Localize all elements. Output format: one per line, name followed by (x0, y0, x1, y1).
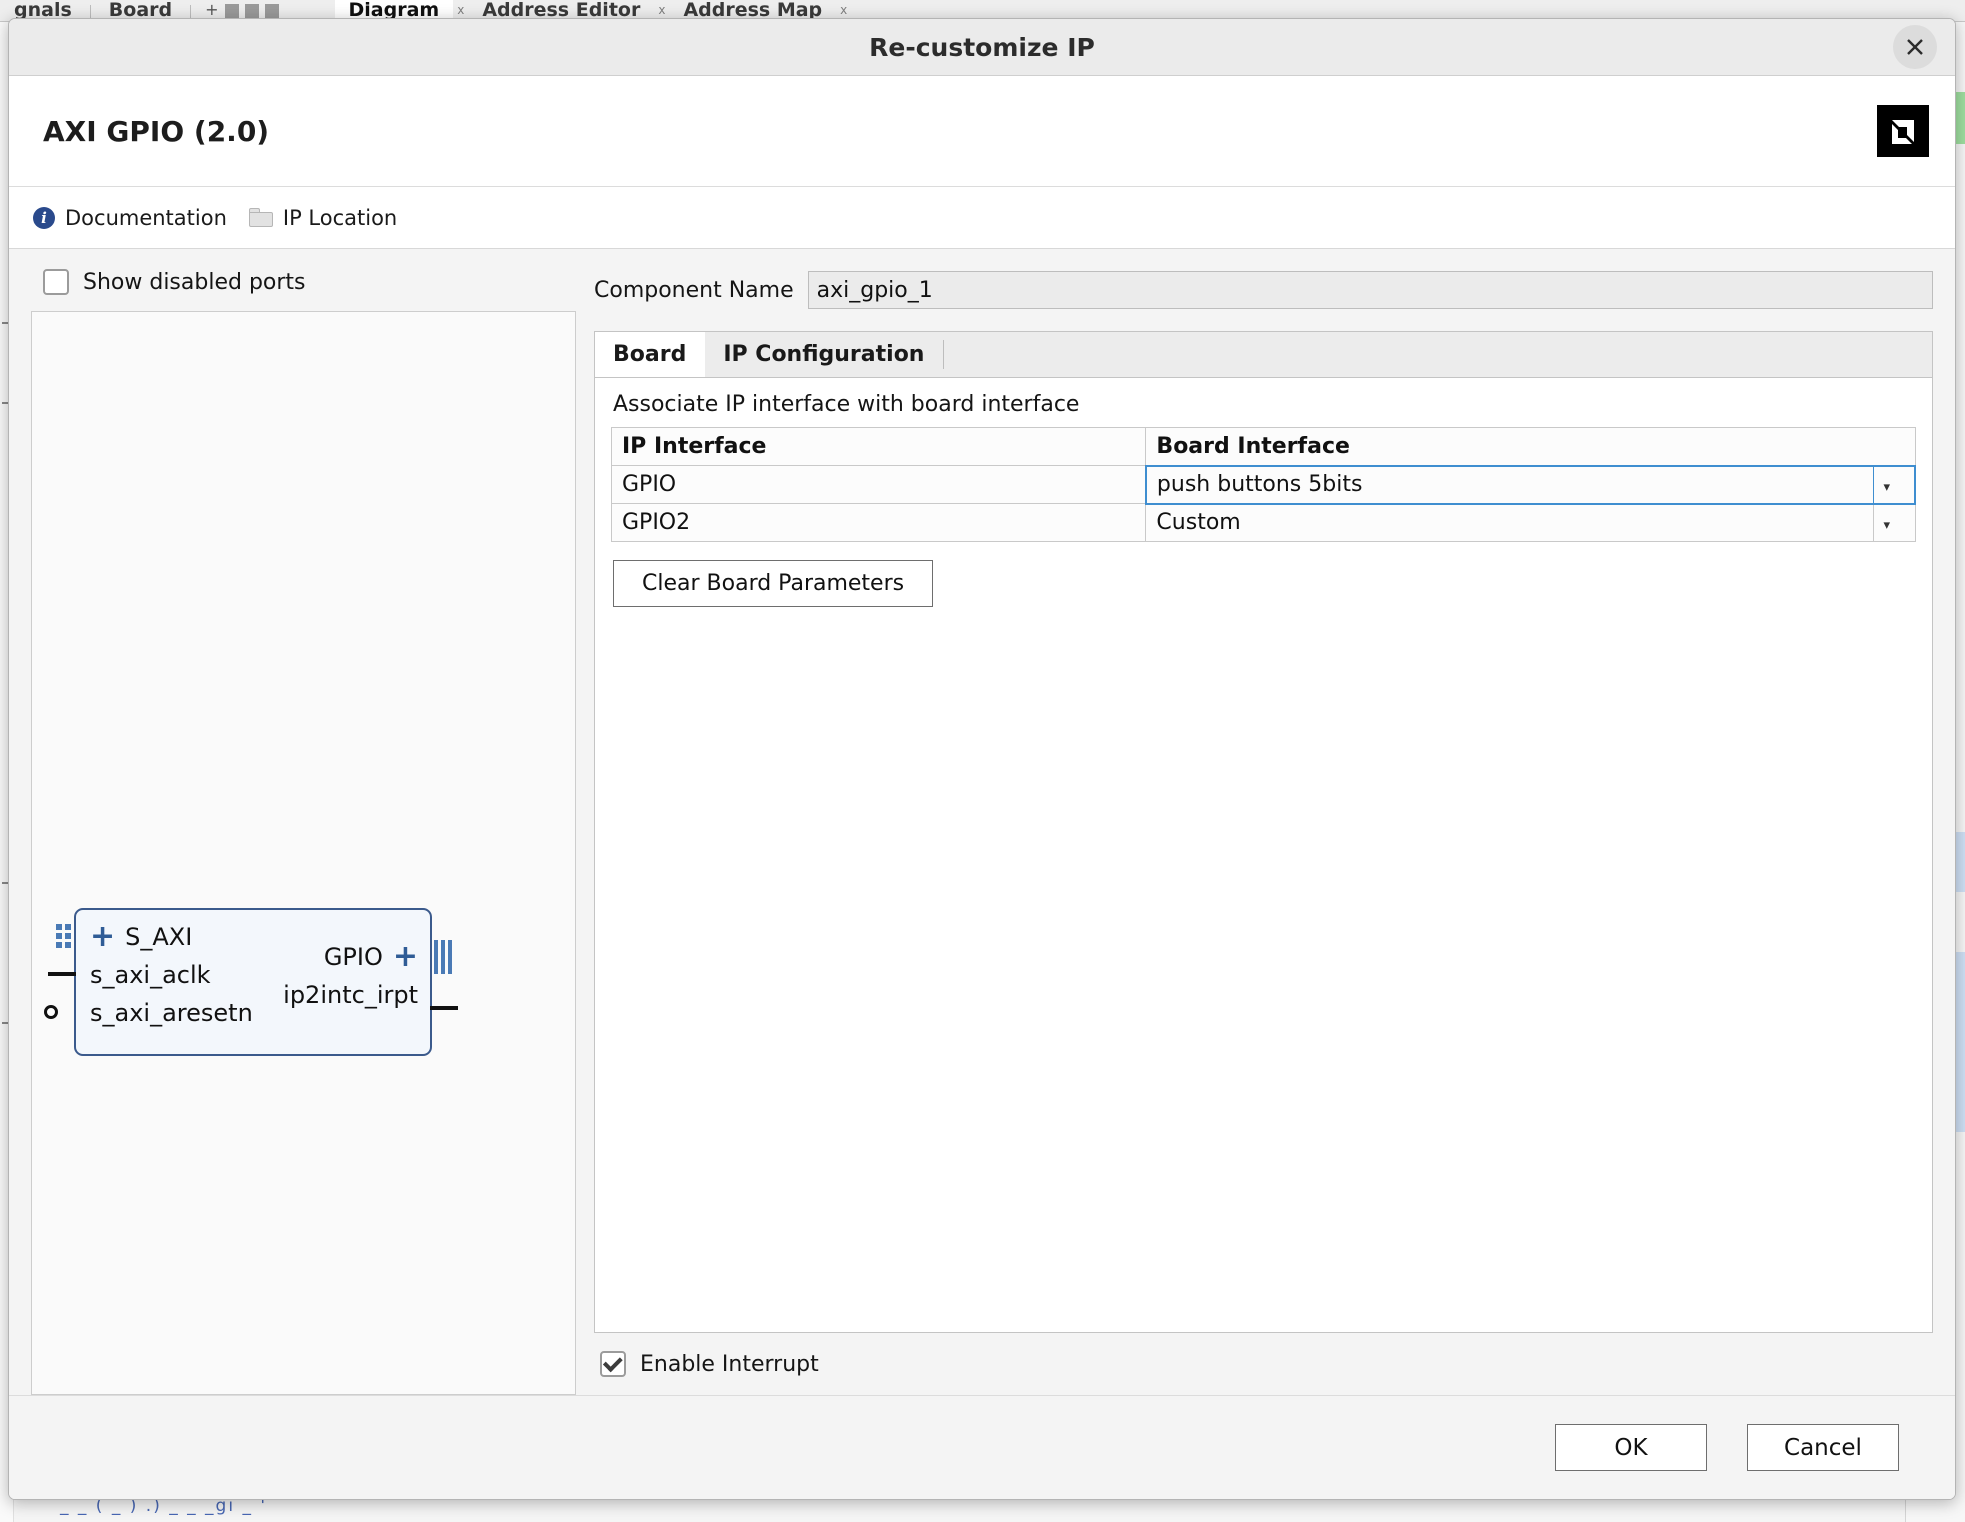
enable-interrupt-row[interactable]: Enable Interrupt (594, 1333, 1933, 1395)
dialog-footer: OK Cancel (9, 1395, 1955, 1499)
board-interface-combo-gpio[interactable]: push buttons 5bits (1144, 464, 1874, 505)
enable-interrupt-checkbox[interactable] (600, 1351, 626, 1377)
clear-board-parameters-row: Clear Board Parameters (611, 542, 1916, 607)
documentation-label: Documentation (65, 205, 227, 230)
ip-symbol-left-pins: + S_AXI s_axi_aclk s_axi_aresetn (90, 918, 253, 1032)
dialog-title: Re-customize IP (869, 32, 1095, 62)
board-interface-combo-gpio2[interactable]: Custom (1145, 503, 1874, 542)
column-header-board-interface: Board Interface (1145, 427, 1916, 466)
component-name-label: Component Name (594, 277, 794, 303)
column-header-ip-interface: IP Interface (610, 427, 1147, 466)
ip-symbol-canvas: + S_AXI s_axi_aclk s_axi_aresetn GPIO + … (31, 311, 576, 1395)
pin-ip2intc-irpt: ip2intc_irpt (283, 976, 418, 1014)
gpio-bus-connector-icon (434, 940, 456, 974)
component-name-row: Component Name (594, 267, 1933, 331)
pin-label: ip2intc_irpt (283, 981, 418, 1009)
component-name-input[interactable] (807, 271, 1933, 309)
configuration-tab-strip: Board IP Configuration (595, 332, 1932, 378)
board-tab-content: Associate IP interface with board interf… (595, 378, 1932, 1332)
show-disabled-ports-label: Show disabled ports (83, 269, 306, 295)
pin-s-axi[interactable]: + S_AXI (90, 918, 253, 956)
table-header-row: IP Interface Board Interface (610, 427, 1916, 466)
caret-glyph: ▾ (1883, 480, 1891, 495)
expand-plus-icon[interactable]: + (90, 922, 115, 952)
cell-ip-interface: GPIO2 (610, 503, 1147, 542)
enable-interrupt-label: Enable Interrupt (640, 1351, 819, 1377)
board-interface-table: IP Interface Board Interface GPIO push b… (610, 427, 1916, 542)
tab-content-filler (611, 607, 1916, 1332)
board-tab-description: Associate IP interface with board interf… (613, 392, 1080, 417)
pin-label: s_axi_aclk (90, 961, 211, 989)
ip-header: AXI GPIO (2.0) (9, 76, 1955, 187)
pin-s-axi-aclk: s_axi_aclk (90, 956, 253, 994)
caret-glyph: ▾ (1883, 518, 1891, 534)
tab-divider (943, 340, 945, 369)
square-icon[interactable] (224, 4, 239, 18)
configuration-tab-panel: Board IP Configuration Associate IP inte… (594, 331, 1933, 1333)
ip-location-link[interactable]: IP Location (248, 205, 398, 230)
ip-location-label: IP Location (282, 205, 398, 230)
ip-symbol-preview-pane: Show disabled ports + S_AXI s_axi_aclk s… (31, 267, 576, 1395)
table-row[interactable]: GPIO push buttons 5bits ▾ (610, 464, 1916, 505)
documentation-link[interactable]: i Documentation (33, 206, 227, 230)
dialog-body: Show disabled ports + S_AXI s_axi_aclk s… (9, 249, 1955, 1395)
pin-label: s_axi_aresetn (90, 999, 253, 1027)
cell-ip-interface: GPIO (610, 465, 1147, 504)
dialog-title-bar: Re-customize IP (9, 19, 1955, 76)
pin-label: GPIO (323, 943, 383, 971)
cancel-button[interactable]: Cancel (1747, 1424, 1899, 1471)
pin-gpio[interactable]: GPIO + (283, 938, 418, 976)
close-icon[interactable] (1893, 25, 1937, 69)
ip-title: AXI GPIO (2.0) (43, 114, 270, 148)
ip-configuration-pane: Component Name Board IP Configuration As… (594, 267, 1933, 1395)
s-axi-aresetn-inverter-icon (44, 1005, 58, 1019)
expand-plus-icon[interactable]: + (393, 942, 418, 972)
info-icon: i (33, 206, 55, 229)
s-axi-aclk-pin-line (48, 972, 76, 976)
clear-board-parameters-button[interactable]: Clear Board Parameters (613, 560, 934, 607)
square-icon[interactable] (264, 4, 279, 18)
ip-symbol-block: + S_AXI s_axi_aclk s_axi_aresetn GPIO + … (44, 908, 458, 1056)
show-disabled-ports-checkbox[interactable] (43, 269, 69, 295)
chevron-down-icon[interactable]: ▾ (1872, 503, 1916, 542)
square-icon[interactable] (244, 4, 259, 18)
show-disabled-ports-row[interactable]: Show disabled ports (31, 267, 576, 311)
re-customize-ip-dialog: Re-customize IP AXI GPIO (2.0) i Documen… (8, 18, 1956, 1500)
ip-symbol-right-pins: GPIO + ip2intc_irpt (283, 938, 418, 1014)
table-row[interactable]: GPIO2 Custom ▾ (610, 503, 1916, 542)
tab-board[interactable]: Board (595, 332, 706, 377)
ip2intc-irpt-pin-line (430, 1006, 458, 1010)
folder-icon (248, 208, 273, 227)
tab-ip-configuration[interactable]: IP Configuration (705, 332, 943, 377)
amd-xilinx-logo-icon (1877, 105, 1929, 157)
pin-s-axi-aresetn: s_axi_aresetn (90, 994, 253, 1032)
chevron-down-icon[interactable]: ▾ (1872, 464, 1916, 505)
dialog-toolbar: i Documentation IP Location (9, 187, 1955, 249)
saxi-bus-connector-icon (56, 924, 72, 954)
ok-button[interactable]: OK (1555, 1424, 1707, 1471)
pin-label: S_AXI (125, 923, 193, 951)
